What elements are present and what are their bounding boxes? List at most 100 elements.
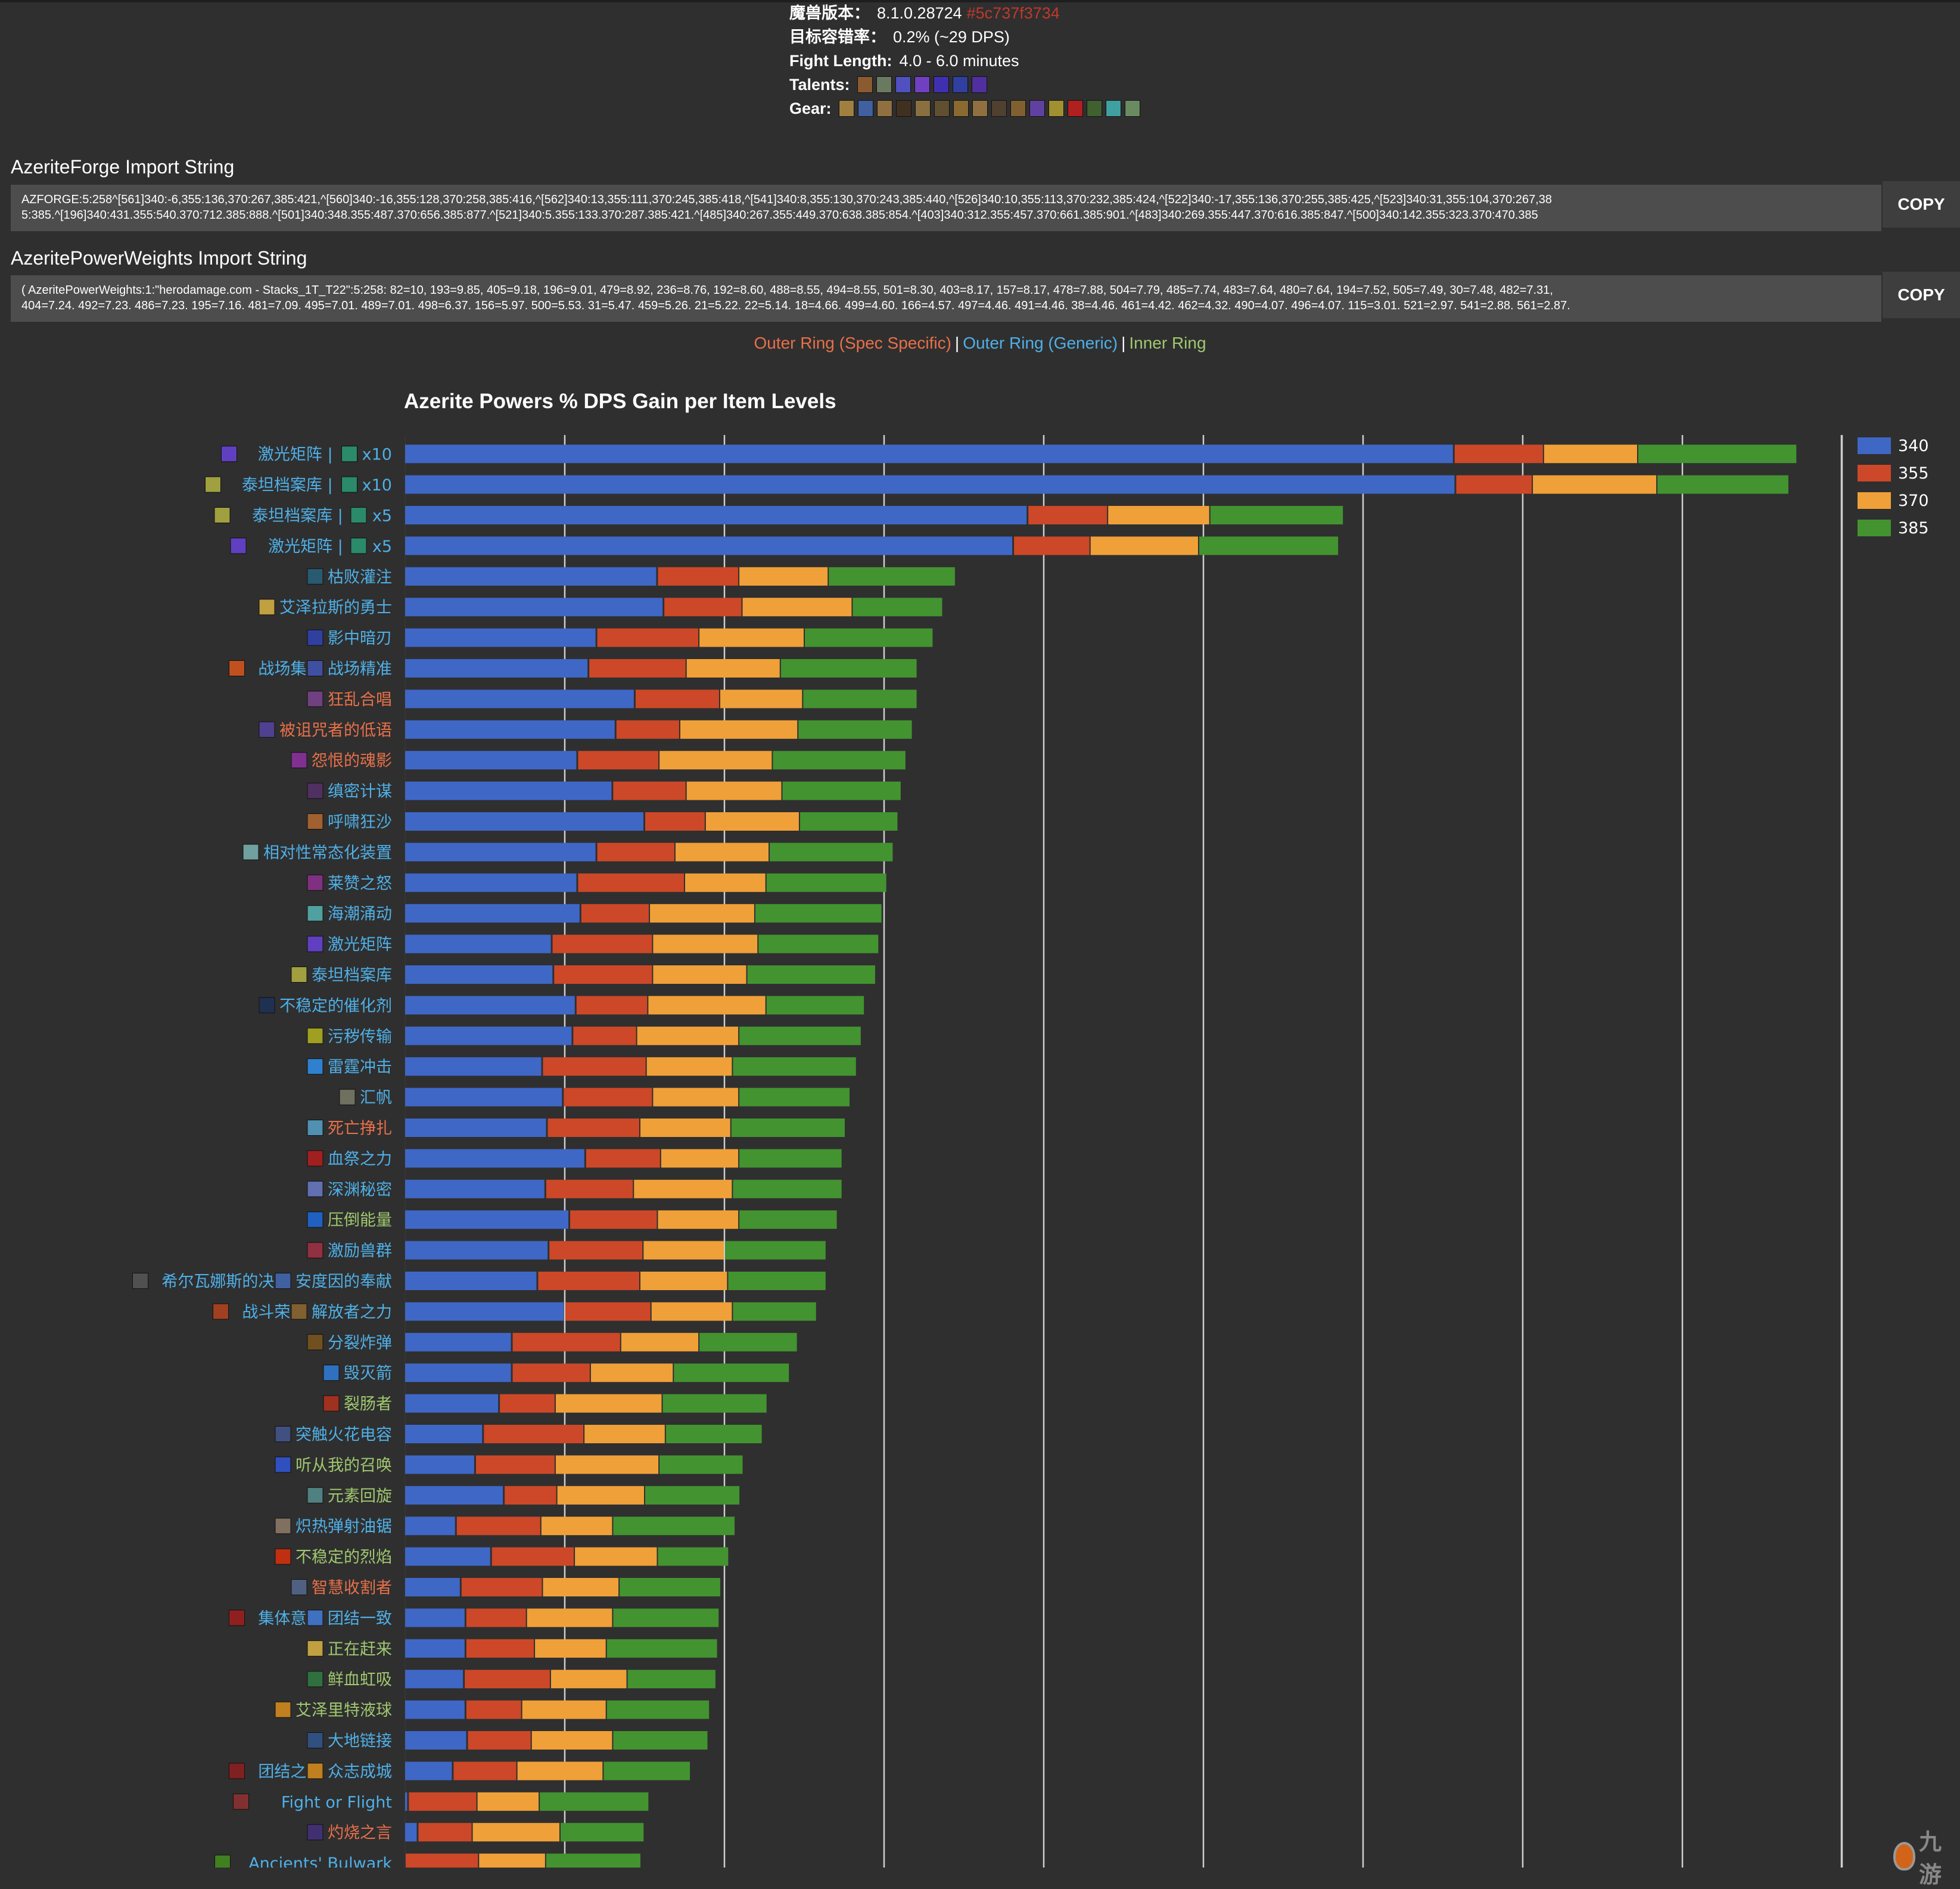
bar-segment-385[interactable] [773, 751, 906, 770]
bar-segment-355[interactable] [552, 934, 652, 953]
version-hash-link[interactable]: #5c737f3734 [967, 1, 1060, 25]
bar-segment-385[interactable] [613, 1608, 719, 1627]
bar-segment-385[interactable] [766, 873, 886, 892]
bar-segment-340[interactable] [405, 1700, 465, 1719]
azerite-power-icon[interactable] [307, 1334, 323, 1350]
bar-segment-355[interactable] [565, 1302, 651, 1321]
bar-segment-370[interactable] [634, 1179, 732, 1198]
bar-segment-355[interactable] [500, 1394, 555, 1413]
bar-segment-355[interactable] [616, 720, 679, 739]
bar-segment-370[interactable] [1544, 445, 1637, 464]
bar-segment-355[interactable] [505, 1486, 556, 1505]
azerite-power-icon[interactable] [339, 1089, 356, 1105]
bar-segment-355[interactable] [1028, 506, 1107, 524]
bar-segment-385[interactable] [805, 628, 933, 647]
bar-segment-355[interactable] [406, 1853, 478, 1868]
bar-segment-385[interactable] [546, 1853, 640, 1868]
bar-segment-370[interactable] [637, 1026, 739, 1045]
azerite-power-icon[interactable] [214, 507, 231, 523]
azerite-power-icon[interactable] [275, 1518, 291, 1534]
azerite-power-icon[interactable] [307, 1027, 323, 1044]
bar-segment-355[interactable] [564, 1088, 652, 1107]
bar-segment-340[interactable] [405, 781, 612, 800]
azerite-power-icon[interactable] [291, 752, 307, 769]
gear-item-icon[interactable] [1067, 100, 1083, 117]
bar-segment-340[interactable] [405, 1731, 466, 1750]
bar-segment-340[interactable] [405, 873, 577, 892]
bar-segment-355[interactable] [456, 1517, 540, 1536]
bar-segment-370[interactable] [653, 1088, 739, 1107]
bar-segment-340[interactable] [405, 659, 588, 678]
bar-segment-340[interactable] [405, 1394, 499, 1413]
gear-item-icon[interactable] [1124, 100, 1140, 117]
azerite-power-icon[interactable] [221, 446, 237, 462]
azerite-power-icon[interactable] [307, 782, 323, 799]
azerite-power-icon[interactable] [213, 1303, 229, 1320]
gear-item-icon[interactable] [953, 100, 969, 117]
bar-segment-355[interactable] [466, 1639, 534, 1658]
azerite-power-icon[interactable] [307, 1763, 323, 1779]
azerite-power-icon[interactable] [291, 1579, 307, 1595]
bar-segment-355[interactable] [1454, 445, 1543, 464]
bar-segment-340[interactable] [405, 965, 553, 984]
bar-segment-370[interactable] [1090, 536, 1198, 555]
azerite-power-icon[interactable] [275, 1701, 291, 1718]
bar-segment-370[interactable] [651, 1302, 732, 1321]
talent-icon[interactable] [971, 76, 987, 93]
bar-segment-370[interactable] [1533, 475, 1657, 494]
bar-segment-355[interactable] [570, 1210, 657, 1229]
azerite-power-icon[interactable] [229, 1610, 245, 1626]
talent-icon[interactable] [933, 76, 949, 93]
bar-segment-370[interactable] [555, 1394, 662, 1413]
bar-segment-340[interactable] [405, 567, 657, 586]
bar-segment-340[interactable] [405, 1241, 548, 1260]
bar-segment-355[interactable] [554, 965, 652, 984]
bar-segment-385[interactable] [665, 1425, 762, 1443]
bar-segment-355[interactable] [597, 843, 674, 862]
bar-segment-385[interactable] [560, 1823, 644, 1842]
bar-segment-355[interactable] [586, 1149, 660, 1168]
bar-segment-355[interactable] [573, 1026, 636, 1045]
bar-segment-355[interactable] [597, 628, 699, 647]
azerite-power-icon[interactable] [242, 844, 259, 860]
bar-segment-340[interactable] [405, 720, 615, 739]
bar-segment-355[interactable] [461, 1578, 542, 1596]
bar-segment-340[interactable] [405, 1119, 546, 1137]
bar-segment-355[interactable] [512, 1363, 590, 1382]
bar-segment-385[interactable] [1638, 445, 1797, 464]
bar-segment-340[interactable] [405, 1302, 564, 1321]
bar-segment-370[interactable] [541, 1517, 612, 1536]
azeriteforge-string-field[interactable]: AZFORGE:5:258^[561]340:-6,355:136,370:26… [11, 185, 1881, 231]
bar-segment-340[interactable] [405, 536, 1013, 555]
bar-segment-340[interactable] [405, 1272, 537, 1290]
bar-segment-385[interactable] [733, 1057, 856, 1076]
bar-segment-385[interactable] [662, 1394, 767, 1413]
azerite-power-icon[interactable] [307, 813, 323, 829]
talent-icon[interactable] [952, 76, 968, 93]
azerite-power-icon[interactable] [233, 1793, 249, 1810]
bar-segment-370[interactable] [705, 812, 799, 831]
bar-segment-355[interactable] [547, 1119, 639, 1137]
gear-item-icon[interactable] [1029, 100, 1045, 117]
bar-segment-370[interactable] [584, 1425, 665, 1443]
gear-item-icon[interactable] [895, 100, 911, 117]
bar-segment-355[interactable] [1014, 536, 1090, 555]
azerite-power-icon[interactable] [275, 1456, 291, 1473]
bar-segment-370[interactable] [590, 1363, 673, 1382]
bar-segment-355[interactable] [512, 1332, 620, 1351]
bar-segment-355[interactable] [466, 1608, 526, 1627]
azerite-power-icon[interactable] [291, 967, 307, 983]
bar-segment-340[interactable] [405, 689, 634, 709]
bar-segment-355[interactable] [576, 996, 648, 1015]
bar-segment-370[interactable] [527, 1608, 612, 1627]
weights-string-field[interactable]: ( AzeritePowerWeights:1:"herodamage.com … [11, 275, 1881, 322]
bar-segment-385[interactable] [627, 1670, 715, 1689]
bar-segment-355[interactable] [543, 1057, 646, 1076]
bar-segment-370[interactable] [479, 1853, 545, 1868]
talent-icon[interactable] [895, 76, 911, 93]
bar-segment-340[interactable] [405, 843, 596, 862]
gear-item-icon[interactable] [838, 100, 854, 117]
bar-segment-370[interactable] [477, 1792, 539, 1811]
gear-item-icon[interactable] [1105, 100, 1121, 117]
azerite-power-icon[interactable] [307, 568, 323, 585]
